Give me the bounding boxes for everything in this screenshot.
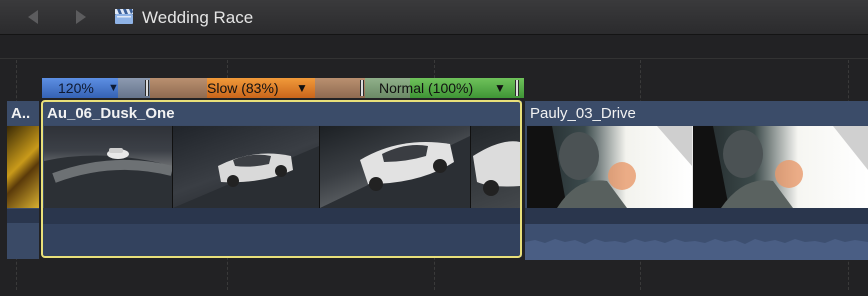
clip-name: Au_06_Dusk_One	[47, 105, 175, 122]
retime-transition	[150, 78, 207, 98]
clip-thumbnail	[173, 126, 319, 208]
clip-thumbnail	[320, 126, 470, 208]
clip-divider	[7, 209, 39, 223]
clip-divider	[525, 208, 868, 224]
timeline-clip[interactable]: A..	[7, 101, 39, 259]
chevron-down-icon[interactable]: ▼	[296, 78, 308, 98]
retime-transition	[315, 78, 365, 98]
retime-segment-fast[interactable]: 120% ▼	[42, 78, 119, 98]
retime-speed-label: 120%	[58, 80, 94, 96]
clip-thumbnail	[44, 126, 172, 208]
ruler-divider	[0, 58, 868, 59]
retime-speed-label: Normal (100%)	[379, 80, 474, 96]
clip-name: Pauly_03_Drive	[530, 105, 636, 122]
clip-thumbnail	[7, 126, 39, 208]
retime-speed-label: Slow (83%)	[207, 80, 279, 96]
clip-divider	[42, 208, 522, 224]
retime-handle[interactable]	[360, 80, 364, 96]
retime-handle[interactable]	[145, 80, 149, 96]
chevron-right-icon	[68, 7, 92, 27]
clapperboard-icon	[114, 8, 134, 25]
clip-thumbnail	[471, 126, 520, 208]
retime-segment-slow[interactable]: Slow (83%) ▼	[207, 78, 315, 98]
audio-track	[525, 224, 868, 260]
clip-filmstrip	[44, 126, 520, 208]
chevron-down-icon[interactable]: ▼	[494, 78, 506, 98]
clip-thumbnail	[693, 126, 868, 208]
clip-filmstrip	[527, 126, 868, 208]
retime-handle[interactable]	[515, 80, 519, 96]
back-button[interactable]	[22, 7, 46, 27]
chevron-left-icon	[22, 7, 46, 27]
project-title: Wedding Race	[142, 8, 254, 27]
clip-name: A..	[11, 105, 31, 122]
forward-button[interactable]	[68, 7, 92, 27]
retime-editor: 120% ▼ Slow (83%) ▼ Normal (100%) ▼	[42, 78, 524, 98]
retime-segment-normal[interactable]: Normal (100%) ▼	[379, 78, 524, 98]
audio-track	[42, 224, 522, 257]
clip-thumbnail	[527, 126, 692, 208]
